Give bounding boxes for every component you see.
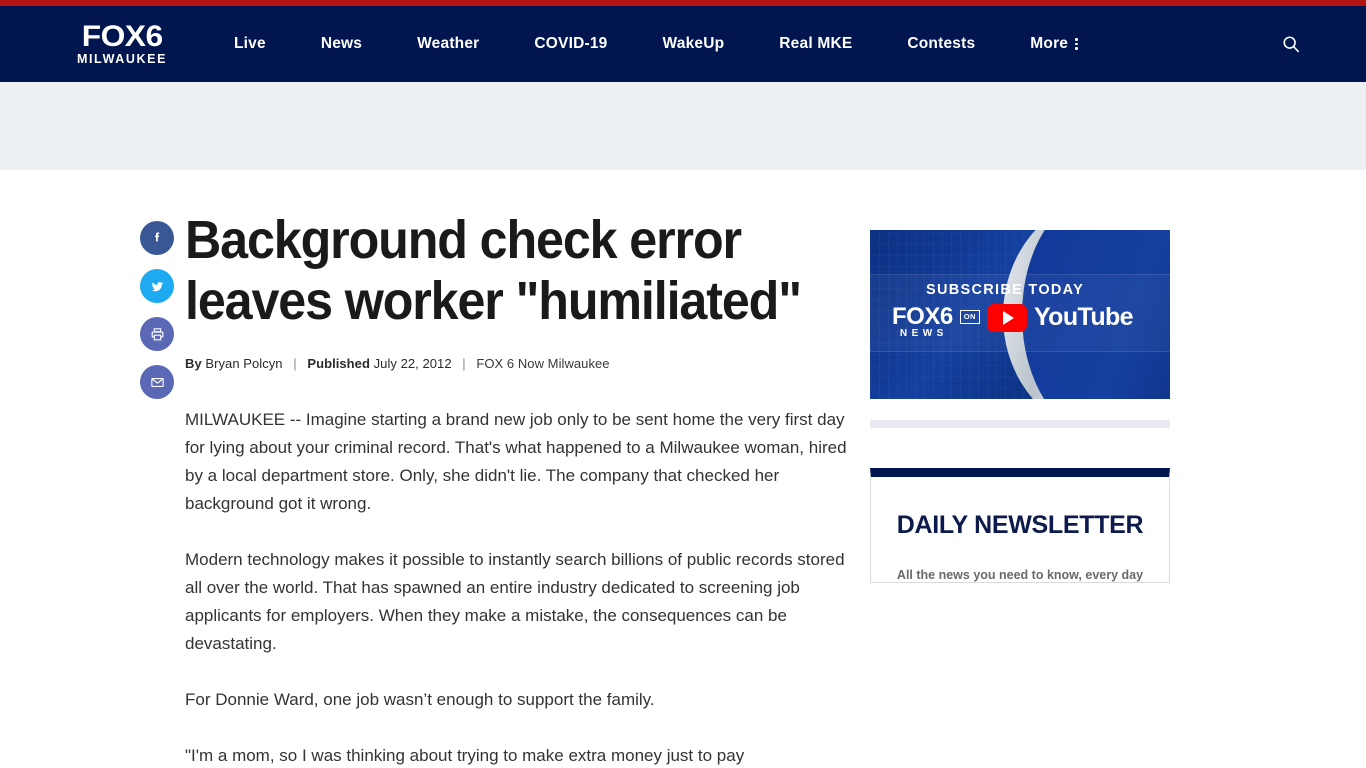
sidebar-divider [870, 420, 1170, 428]
share-facebook-button[interactable] [140, 221, 174, 255]
byline-by-label: By [185, 356, 202, 372]
byline-author[interactable]: Bryan Polcyn [205, 356, 282, 371]
advertisement-slot [0, 82, 1366, 170]
nav-label: Live [234, 35, 266, 52]
nav-item-wakeup[interactable]: WakeUp [663, 35, 725, 53]
article-paragraph: Modern technology makes it possible to i… [185, 550, 845, 654]
promo-brand-main: FOX6 [892, 302, 953, 330]
nav-label: Real MKE [779, 35, 853, 52]
main-navigation: Live News Weather COVID-19 WakeUp Real M… [234, 35, 1078, 53]
nav-item-more[interactable]: More [1030, 35, 1078, 53]
nav-label: COVID-19 [534, 35, 608, 52]
envelope-icon [150, 377, 164, 387]
newsletter-subtitle: All the news you need to know, every day [896, 568, 1144, 582]
logo-secondary-text: MILWAUKEE [76, 52, 168, 66]
nav-label: WakeUp [662, 35, 725, 52]
nav-item-weather[interactable]: Weather [417, 35, 479, 53]
youtube-subscribe-promo[interactable]: SUBSCRIBE TODAY FOX6 NEWS ON YouTube [870, 230, 1170, 399]
newsletter-title: DAILY NEWSLETTER [896, 511, 1144, 539]
nav-item-covid-19[interactable]: COVID-19 [534, 35, 607, 53]
search-button[interactable] [1278, 31, 1304, 57]
promo-logo-row: FOX6 NEWS ON YouTube [892, 302, 1134, 340]
youtube-play-icon [986, 303, 1027, 332]
promo-fox6-logo: FOX6 NEWS [892, 302, 953, 339]
article-paragraph: For Donnie Ward, one job wasn’t enough t… [185, 690, 655, 710]
social-share-rail [125, 210, 189, 768]
share-print-button[interactable] [140, 317, 174, 351]
nav-item-news[interactable]: News [321, 35, 362, 53]
byline-published-label: Published [307, 356, 370, 372]
page-content: Background check error leaves worker "hu… [0, 170, 1366, 768]
logo-primary-text: FOX6 [81, 20, 163, 53]
byline: By Bryan Polcyn | Published July 22, 201… [185, 356, 850, 371]
site-header: FOX6 MILWAUKEE Live News Weather COVID-1… [0, 6, 1366, 82]
promo-platform-name: YouTube [1033, 303, 1134, 331]
kebab-menu-icon [1075, 38, 1078, 50]
byline-separator: | [293, 356, 297, 372]
promo-on-label: ON [959, 309, 980, 324]
article-paragraph: "I'm a mom, so I was thinking about tryi… [185, 746, 745, 766]
promo-subscribe-text: SUBSCRIBE TODAY [926, 282, 1085, 298]
newsletter-signup-box[interactable]: DAILY NEWSLETTER All the news you need t… [870, 468, 1170, 583]
facebook-icon [155, 232, 160, 242]
printer-icon [151, 327, 163, 340]
share-twitter-button[interactable] [140, 269, 174, 303]
promo-brand-sub: NEWS [899, 327, 948, 339]
article-paragraph: MILWAUKEE -- Imagine starting a brand ne… [185, 410, 847, 514]
twitter-icon [151, 281, 163, 291]
search-icon [1283, 36, 1300, 53]
nav-label: More [1030, 35, 1069, 52]
page-title: Background check error leaves worker "hu… [185, 210, 802, 332]
nav-item-live[interactable]: Live [234, 35, 266, 53]
nav-label: Weather [417, 35, 480, 52]
nav-item-real-mke[interactable]: Real MKE [779, 35, 852, 53]
site-logo[interactable]: FOX6 MILWAUKEE [62, 20, 182, 67]
share-email-button[interactable] [140, 365, 174, 399]
article-main: Background check error leaves worker "hu… [185, 210, 850, 768]
nav-label: Contests [907, 35, 976, 52]
nav-label: News [320, 35, 363, 52]
sidebar: SUBSCRIBE TODAY FOX6 NEWS ON YouTube DAI… [870, 230, 1170, 768]
nav-item-contests[interactable]: Contests [907, 35, 975, 53]
byline-date: July 22, 2012 [373, 356, 452, 372]
article-body: MILWAUKEE -- Imagine starting a brand ne… [185, 406, 850, 768]
byline-source: FOX 6 Now Milwaukee [476, 356, 610, 372]
byline-separator: | [462, 356, 466, 372]
